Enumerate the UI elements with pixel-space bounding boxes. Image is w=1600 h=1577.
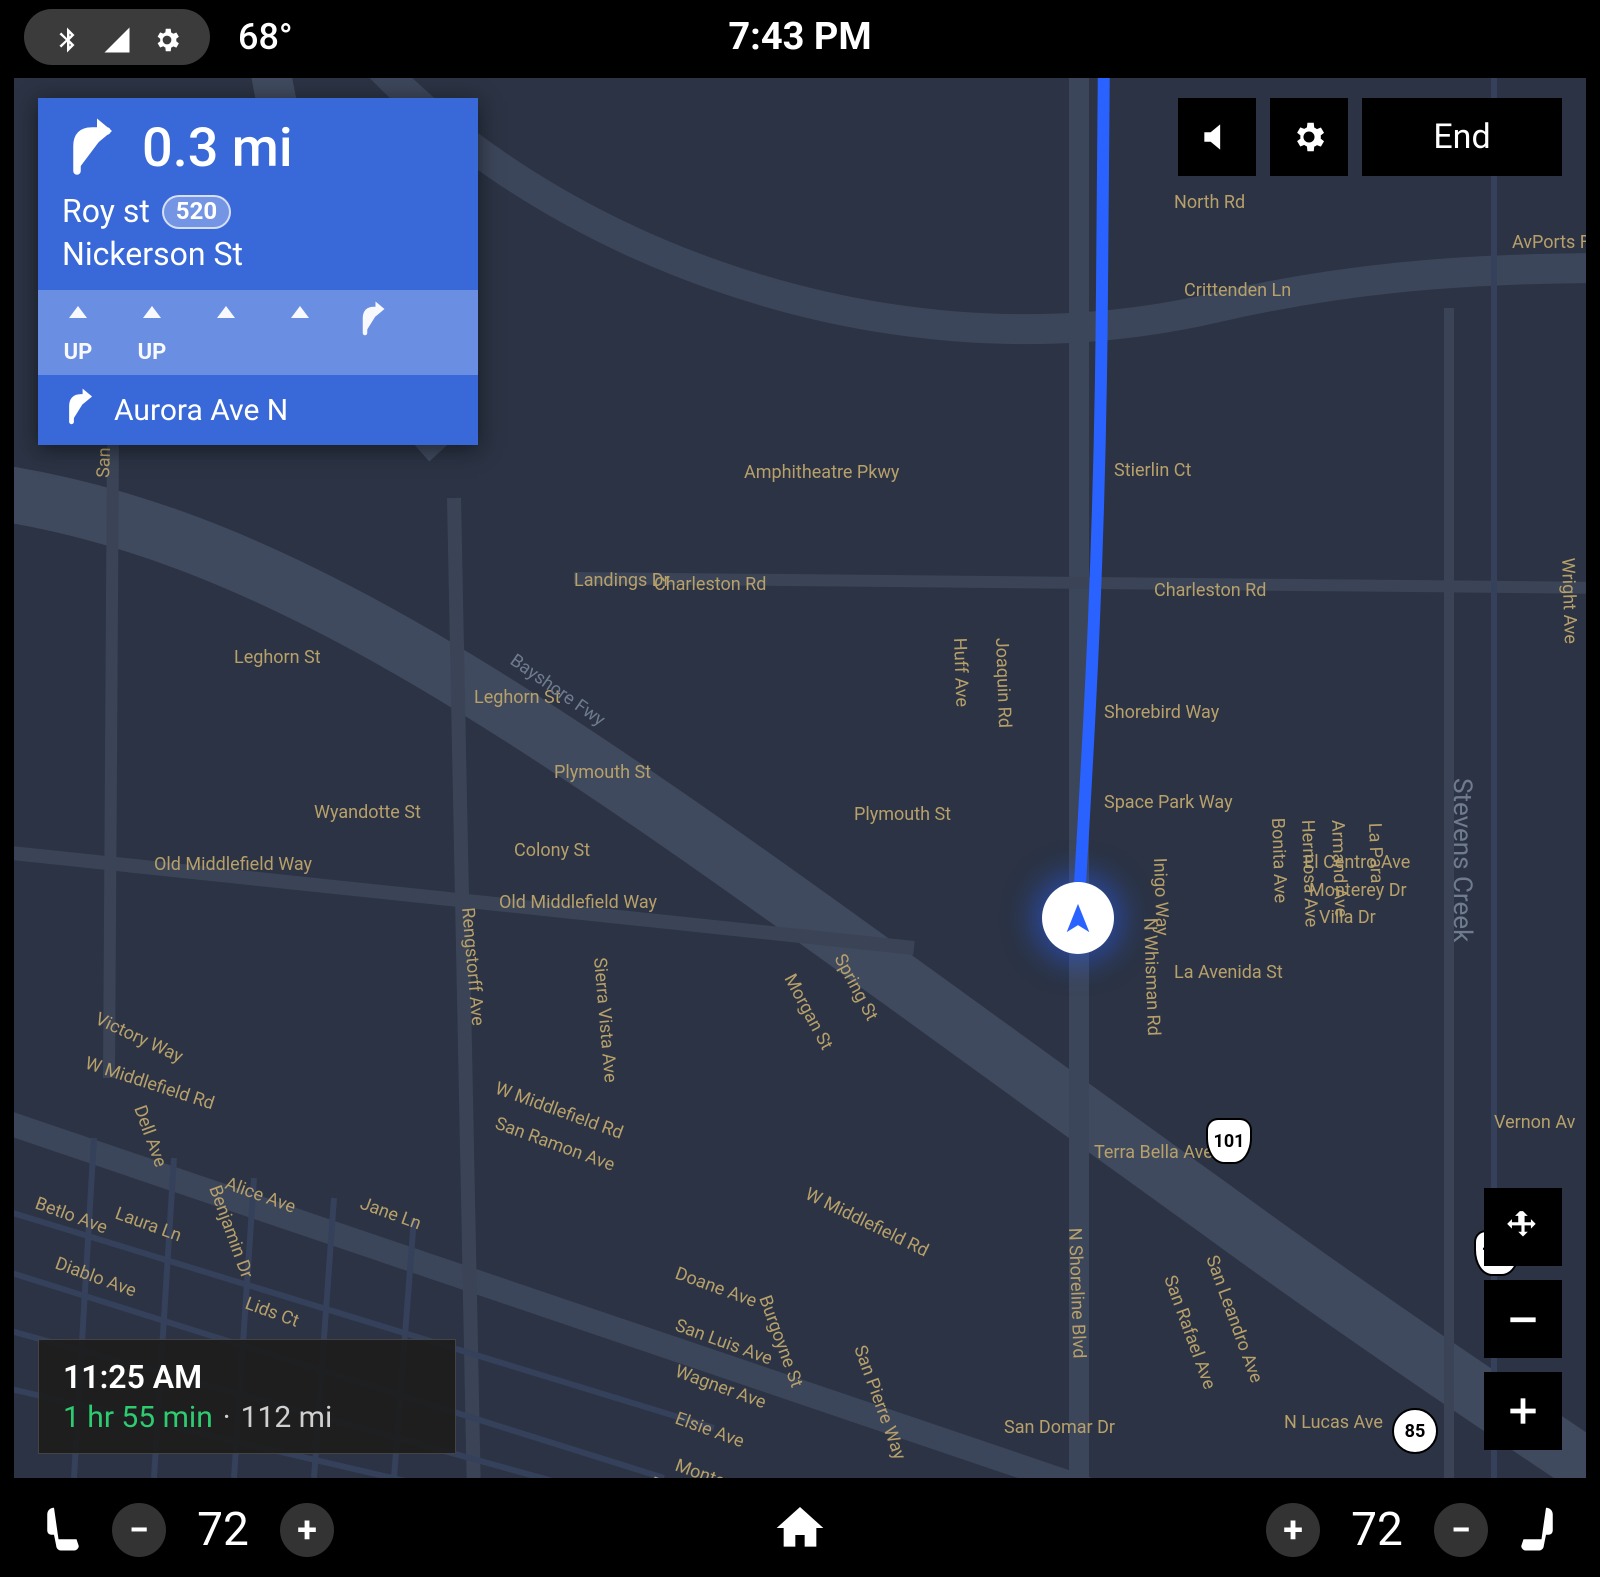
status-pill[interactable] [24,9,210,65]
lane-2: UP [134,300,170,365]
label-wmidd-c: W Middlefield Rd [802,1184,932,1262]
label-stevenscreek: Stevens Creek [1447,778,1477,943]
map-canvas[interactable]: Amphitheatre Pkwy Charleston Rd Charlest… [14,78,1586,1478]
clock: 7:43 PM [728,15,871,59]
home-button[interactable] [772,1500,828,1560]
label-joaquin: Joaquin Rd [991,637,1015,728]
lane-1: UP [60,300,96,365]
label-northrd: North Rd [1174,192,1245,213]
label-wyandotte: Wyandotte St [314,802,421,823]
eta-duration: 1 hr 55 min [63,1400,213,1435]
zoom-in-button[interactable] [1484,1372,1562,1450]
left-temp-value: 72 [188,1503,258,1557]
label-elsie: Elsie Ave [672,1408,747,1452]
gear-icon [152,22,182,52]
label-morgan: Morgan St [780,970,837,1053]
label-nlucas: N Lucas Ave [1284,1412,1383,1433]
settings-button[interactable] [1270,98,1348,176]
label-amphitheatre: Amphitheatre Pkwy [744,462,900,483]
left-climate: − 72 + [36,1501,334,1559]
left-temp-up[interactable]: + [280,1503,334,1557]
label-armand: Armand Ave [1327,819,1351,917]
signal-icon [102,22,132,52]
label-vernon: Vernon Av [1494,1112,1576,1133]
volume-button[interactable] [1178,98,1256,176]
label-charleston-b: Charleston Rd [1154,580,1266,601]
label-charleston-a: Charleston Rd [654,574,766,595]
right-temp-up[interactable]: + [1266,1503,1320,1557]
left-temp-down[interactable]: − [112,1503,166,1557]
label-lapara: La Para [1364,822,1387,883]
right-temp-value: 72 [1342,1503,1412,1557]
seat-left-icon[interactable] [36,1501,90,1559]
then-turn-right-icon [62,387,100,433]
label-monterey: Monterey Dr [1309,880,1407,901]
label-terrabella: Terra Bella Ave [1094,1142,1213,1163]
bluetooth-icon [52,22,82,52]
label-montecito: Montecito Ave [672,1455,787,1478]
label-jane: Jane Ln [357,1193,424,1234]
then-street: Aurora Ave N [114,393,288,428]
label-diablo: Diablo Ave [52,1253,139,1302]
route-badge: 520 [162,195,231,229]
label-landings: Landings Dr [574,570,670,591]
label-doane: Doane Ave [672,1263,759,1312]
outside-temp: 68° [238,16,293,58]
label-crittenden: Crittenden Ln [1184,280,1291,301]
lane-4 [282,300,318,365]
label-sandomar: San Domar Dr [1004,1417,1115,1438]
label-plymouth-a: Plymouth St [554,762,651,783]
seat-right-icon[interactable] [1510,1501,1564,1559]
right-climate: + 72 − [1266,1501,1564,1559]
lane-5 [356,300,392,365]
label-oldmidd-a: Old Middlefield Way [154,854,313,875]
recenter-button[interactable] [1484,1188,1562,1266]
turn-card: 0.3 mi Roy st 520 Nickerson St UP UP Aur… [38,98,478,445]
label-laavenida: La Avenida St [1174,962,1283,983]
label-avports: AvPorts Federa [1512,232,1586,253]
label-plymouth-b: Plymouth St [854,804,951,825]
label-wright: Wright Ave [1557,557,1581,644]
label-nshoreline: N Shoreline Blvd [1064,1227,1090,1358]
label-sanrafael: San Rafael Ave [1159,1273,1220,1393]
label-shorebird: Shorebird Way [1104,702,1220,723]
status-bar: 68° 7:43 PM [0,0,1600,74]
label-spacepark: Space Park Way [1104,792,1233,813]
label-colony: Colony St [514,840,590,861]
eta-sep: · [223,1400,231,1435]
then-maneuver: Aurora Ave N [38,375,478,445]
turn-distance: 0.3 mi [142,117,293,180]
zoom-out-button[interactable] [1484,1280,1562,1358]
label-stierlin: Stierlin Ct [1114,460,1191,481]
current-position-puck [1042,882,1114,954]
eta-distance: 112 mi [241,1400,333,1435]
label-sierravista: Sierra Vista Ave [589,957,621,1084]
eta-arrival: 11:25 AM [63,1358,431,1396]
turn-street-primary: Roy st [62,190,150,233]
turn-street-secondary: Nickerson St [62,233,454,276]
label-hermosa: Hermosa Ave [1297,819,1322,927]
label-oldmidd-b: Old Middlefield Way [499,892,658,913]
highway-shield-101: 101 [1206,1118,1252,1164]
label-bonita: Bonita Ave [1267,817,1291,903]
lane-3 [208,300,244,365]
lane-guidance: UP UP [38,290,478,375]
label-inigo: Inigo Way [1149,857,1173,936]
end-nav-button[interactable]: End [1362,98,1562,176]
top-controls: End [1178,98,1562,176]
label-leghorn-a: Leghorn St [234,647,321,668]
right-temp-down[interactable]: − [1434,1503,1488,1557]
highway-shield-85: 85 [1392,1408,1438,1454]
eta-card[interactable]: 11:25 AM 1 hr 55 min · 112 mi [38,1339,456,1454]
bottom-bar: − 72 + + 72 − [0,1483,1600,1577]
turn-right-icon [62,116,122,180]
zoom-controls [1484,1188,1562,1450]
label-huff: Huff Ave [949,637,972,707]
